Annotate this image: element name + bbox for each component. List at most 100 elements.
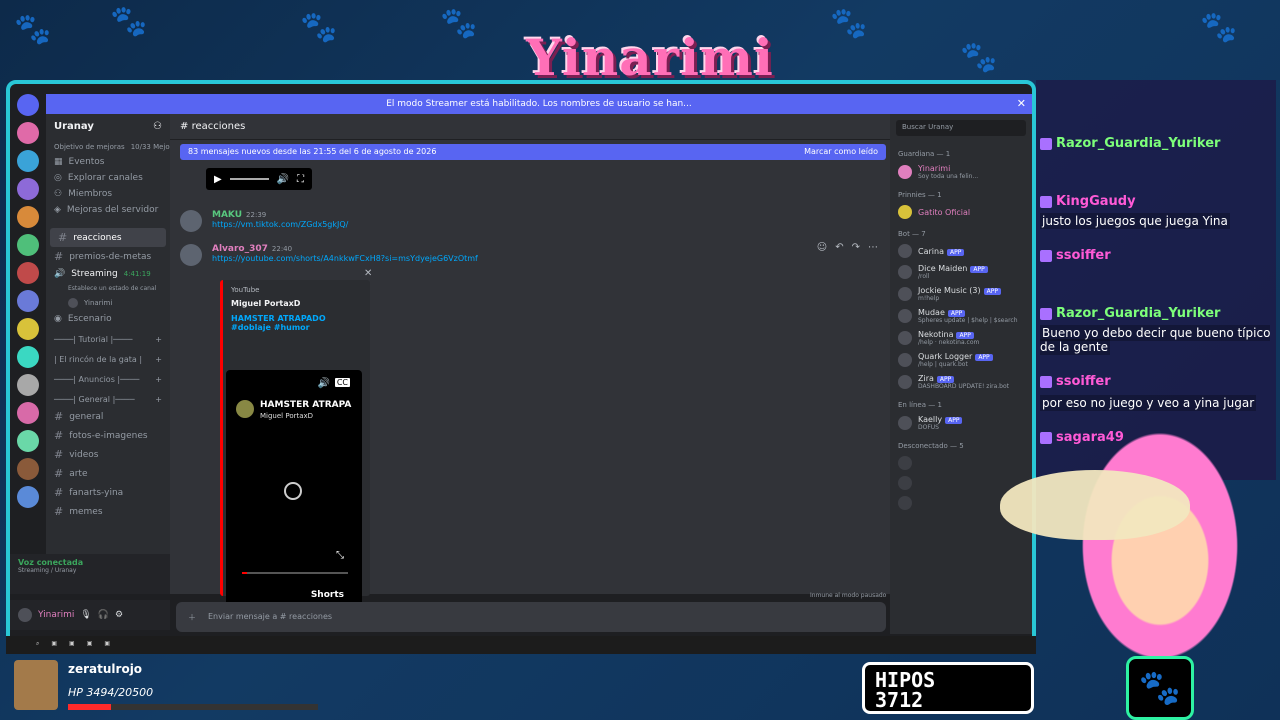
captions-icon[interactable]: CC — [334, 378, 350, 387]
add-icon[interactable]: + — [155, 395, 162, 404]
more-icon[interactable]: ⋯ — [868, 242, 878, 253]
server-icon[interactable] — [17, 290, 39, 312]
fullscreen-icon[interactable]: ⛶ — [297, 174, 304, 185]
forward-icon[interactable]: ↷ — [852, 242, 860, 253]
server-icon[interactable] — [17, 234, 39, 256]
server-icon[interactable] — [17, 150, 39, 172]
reply-icon[interactable]: ↶ — [835, 242, 843, 253]
channel-fotos[interactable]: # fotos-e-imagenes — [46, 426, 170, 445]
channel-reacciones[interactable]: # reacciones — [50, 228, 166, 247]
embed-title[interactable]: HAMSTER ATRAPADO #doblaje #humor — [231, 314, 362, 332]
category-anuncios[interactable]: ────| Anuncios |──── + — [46, 367, 170, 387]
nav-boosts[interactable]: ◈ Mejoras del servidor — [46, 202, 170, 218]
headphones-icon[interactable]: 🎧 — [98, 610, 109, 620]
chat-user: Razor_Guardia_Yuriker — [1056, 136, 1221, 151]
category-tutorial[interactable]: ────| Tutorial |──── + — [46, 327, 170, 347]
channel-general[interactable]: # general — [46, 407, 170, 426]
embedded-video[interactable]: 🔊 CC HAMSTER ATRAPA Miguel PortaxD ⤡ Sho… — [226, 370, 362, 612]
channel-avatar[interactable] — [236, 400, 254, 418]
emoji-icon[interactable]: ☺ — [817, 242, 827, 253]
category-general[interactable]: ────| General |──── + — [46, 387, 170, 407]
taskbar-app[interactable]: ▣ — [69, 640, 75, 650]
add-icon[interactable]: + — [155, 335, 162, 344]
paw-icon: 🐾 — [1200, 10, 1238, 45]
mark-read-button[interactable]: Marcar como leído — [804, 147, 878, 157]
video-progress[interactable] — [242, 572, 348, 574]
member-item-offline[interactable] — [890, 453, 1032, 473]
avatar[interactable] — [18, 608, 32, 622]
play-icon[interactable]: ▶ — [214, 174, 222, 185]
channel-arte[interactable]: # arte — [46, 464, 170, 483]
close-icon[interactable]: ✕ — [1017, 94, 1026, 114]
boost-progress[interactable]: Objetivo de mejoras 10/33 Mejoras — [46, 140, 170, 154]
embed-author[interactable]: Miguel PortaxD — [231, 299, 362, 308]
seek-bar[interactable] — [229, 178, 269, 180]
add-member-icon[interactable]: ⚇ — [153, 121, 162, 133]
search-icon[interactable]: ⌕ — [36, 640, 39, 650]
microphone-icon[interactable]: 🎙 — [80, 610, 91, 620]
message-input[interactable]: ＋ Enviar mensaje a # reacciones — [176, 602, 886, 632]
add-attachment-icon[interactable]: ＋ — [188, 612, 196, 622]
app-badge: APP — [946, 248, 965, 256]
server-icon[interactable] — [17, 122, 39, 144]
channel-stage[interactable]: ◉ Escenario — [46, 311, 170, 327]
category-rincon[interactable]: | El rincón de la gata | + — [46, 347, 170, 367]
member-item[interactable]: Zira APP DASHBOARD UPDATE! zira.bot — [890, 371, 1032, 393]
taskbar-app[interactable]: ▣ — [87, 640, 93, 650]
taskbar-app[interactable]: ▣ — [104, 640, 110, 650]
member-item[interactable]: Yinarimi Soy toda una felin... — [890, 161, 1032, 183]
member-item[interactable]: Mudae APP Spheres update | $help | $search — [890, 305, 1032, 327]
channel-videos[interactable]: # videos — [46, 445, 170, 464]
member-item[interactable]: Kaelly APP DOFUS — [890, 412, 1032, 434]
channel-fanarts[interactable]: # fanarts-yina — [46, 483, 170, 502]
server-icon[interactable] — [17, 178, 39, 200]
channel-status[interactable]: Establece un estado de canal — [46, 282, 170, 295]
server-icon[interactable] — [17, 346, 39, 368]
channel-memes[interactable]: # memes — [46, 502, 170, 521]
message-author[interactable]: MAKU 22:39 — [212, 210, 348, 220]
volume-icon[interactable]: 🔊 — [277, 174, 289, 185]
nav-events[interactable]: ▦ Eventos — [46, 154, 170, 170]
server-header[interactable]: Uranay ⚇ — [46, 114, 170, 140]
nav-explore[interactable]: ◎ Explorar canales — [46, 170, 170, 186]
voice-user[interactable]: Yinarimi — [46, 295, 170, 311]
add-icon[interactable]: + — [155, 355, 162, 364]
member-item[interactable]: Dice Maiden APP/roll — [890, 261, 1032, 283]
stream-timer: 4:41:19 — [123, 270, 151, 278]
app-badge: APP — [947, 310, 966, 317]
new-messages-bar[interactable]: 83 mensajes nuevos desde las 21:55 del 6… — [180, 144, 886, 160]
server-icon[interactable] — [17, 206, 39, 228]
channel-premios[interactable]: # premios-de-metas — [46, 247, 170, 266]
search-input[interactable]: Buscar Uranay — [896, 120, 1026, 136]
server-icon[interactable] — [17, 430, 39, 452]
previous-video-player[interactable]: ▶ 🔊 ⛶ — [206, 168, 312, 190]
nav-members[interactable]: ⚇ Miembros — [46, 186, 170, 202]
member-item[interactable]: Jockie Music (3) APP m!help — [890, 283, 1032, 305]
expand-icon[interactable]: ⤡ — [336, 550, 344, 561]
add-icon[interactable]: + — [155, 375, 162, 384]
server-icon[interactable] — [17, 486, 39, 508]
member-item[interactable]: Gatito Oficial — [890, 202, 1032, 222]
volume-icon[interactable]: 🔊 — [318, 378, 330, 389]
member-item[interactable]: Nekotina APP/help · nekotina.com — [890, 327, 1032, 349]
member-name: Gatito Oficial — [918, 207, 971, 217]
server-icon[interactable] — [17, 374, 39, 396]
gear-icon[interactable]: ⚙ — [115, 610, 123, 620]
message-link[interactable]: https://vm.tiktok.com/ZGdx5gkJQ/ — [212, 220, 348, 229]
taskbar-app[interactable]: ▣ — [51, 640, 57, 650]
discord-home-icon[interactable] — [17, 94, 39, 116]
member-item[interactable]: Quark Logger APP/help | quark.bot — [890, 349, 1032, 371]
server-icon[interactable] — [17, 262, 39, 284]
avatar[interactable] — [180, 210, 202, 232]
remove-embed-icon[interactable]: ✕ — [364, 268, 372, 279]
message-link[interactable]: https://youtube.com/shorts/A4nkkwFCxH8?s… — [212, 254, 478, 263]
server-icon[interactable] — [17, 402, 39, 424]
server-icon[interactable] — [17, 318, 39, 340]
message-author[interactable]: Alvaro_307 22:40 — [212, 244, 478, 254]
hash-icon: # — [54, 410, 64, 423]
member-item[interactable]: Carina APP — [890, 241, 1032, 261]
voice-channel-streaming[interactable]: 🔊 Streaming 4:41:19 — [46, 266, 170, 282]
server-icon[interactable] — [17, 458, 39, 480]
avatar[interactable] — [180, 244, 202, 266]
sub-panel: zeratulrojo HP 3494/20500 — [10, 658, 318, 714]
